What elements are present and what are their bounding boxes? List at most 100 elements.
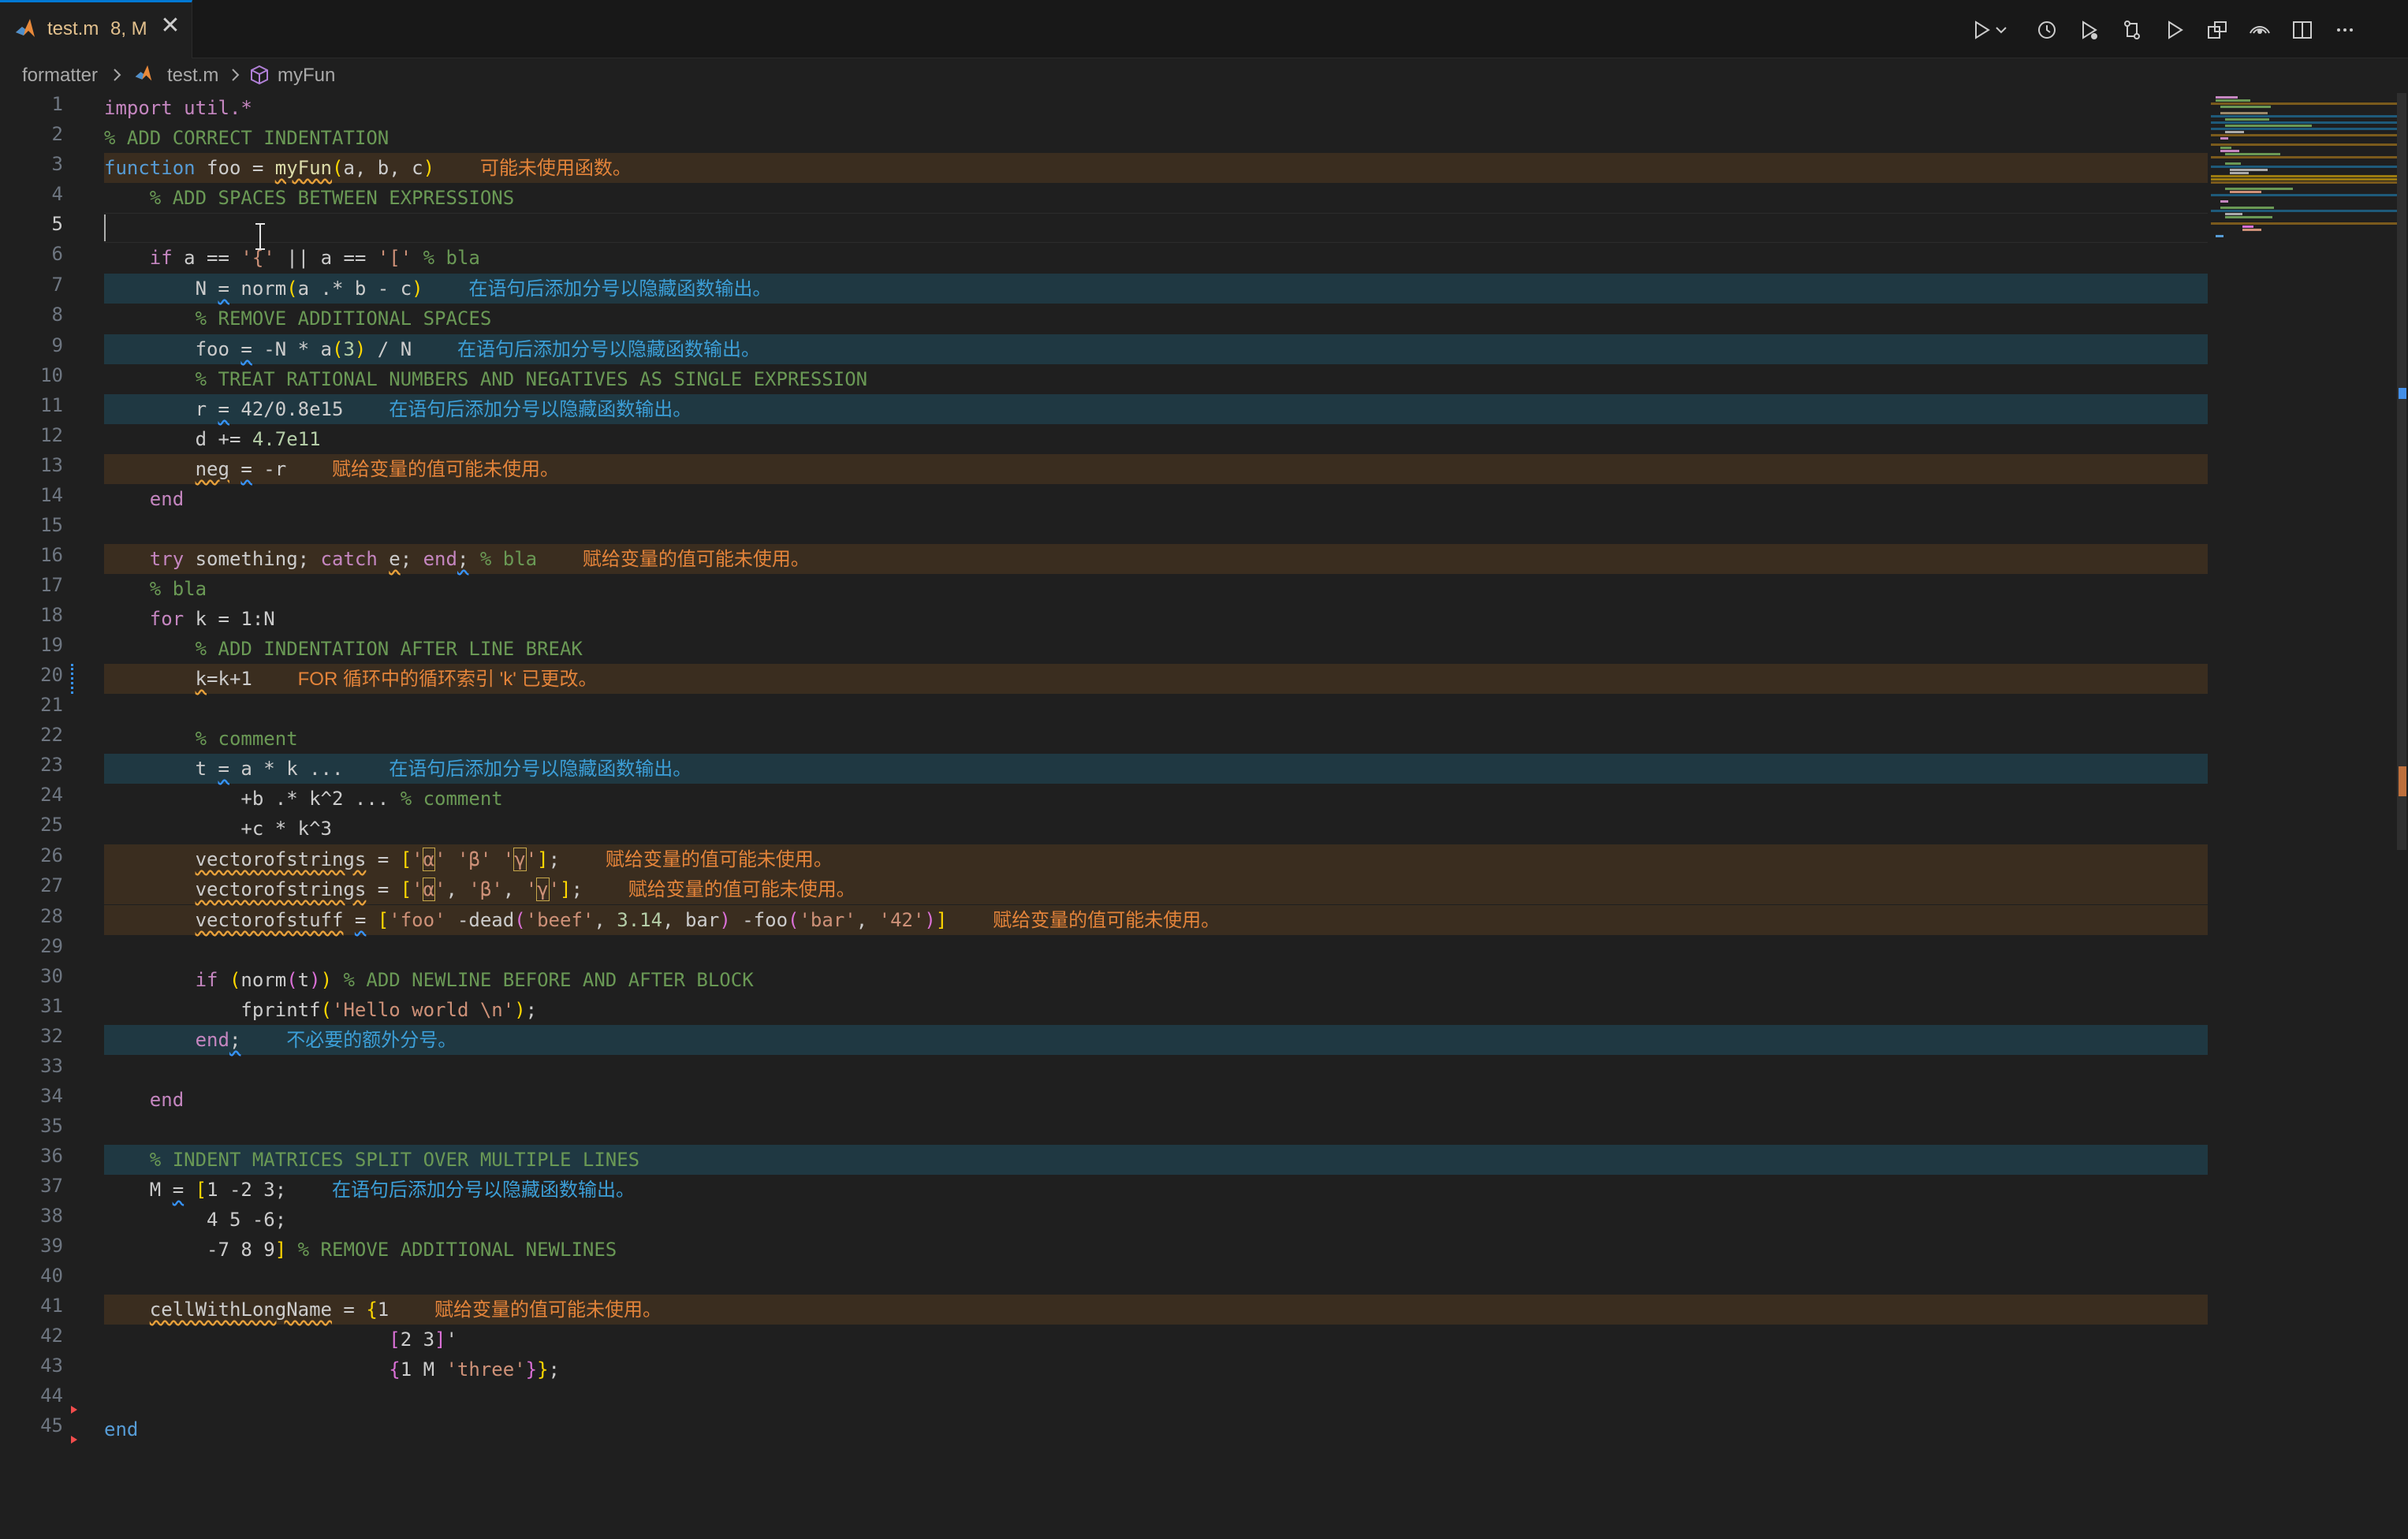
code-token: ) xyxy=(924,909,936,931)
code-token: =k+1 xyxy=(207,668,252,690)
code-line[interactable]: fprintf('Hello world \n'); xyxy=(104,995,2208,1025)
code-line[interactable]: end xyxy=(104,1414,2208,1444)
code-line[interactable]: t = a * k ... 在语句后添加分号以隐藏函数输出。 xyxy=(104,754,2208,784)
code-line[interactable]: r = 42/0.8e15 在语句后添加分号以隐藏函数输出。 xyxy=(104,394,2208,424)
inline-warning-message: 赋给变量的值可能未使用。 xyxy=(605,849,833,870)
split-editor-icon[interactable] xyxy=(2287,11,2318,47)
code-line[interactable]: k=k+1 FOR 循环中的循环索引 'k' 已更改。 xyxy=(104,664,2208,694)
code-line[interactable]: neg = -r 赋给变量的值可能未使用。 xyxy=(104,454,2208,484)
code-token: ) xyxy=(354,338,367,360)
compare-changes-icon[interactable] xyxy=(2116,11,2148,47)
code-token: end xyxy=(149,1089,185,1111)
code-token: import util.* xyxy=(104,97,252,119)
code-line[interactable]: % ADD SPACES BETWEEN EXPRESSIONS xyxy=(104,183,2208,213)
inline-warning-message: FOR 循环中的循环索引 'k' 已更改。 xyxy=(297,669,598,690)
code-token: , xyxy=(445,878,469,900)
code-line[interactable]: if a == '{' || a == '[' % bla xyxy=(104,243,2208,273)
line-number: 4 xyxy=(51,183,63,205)
code-line[interactable]: -7 8 9] % REMOVE ADDITIONAL NEWLINES xyxy=(104,1235,2208,1265)
code-line[interactable]: % comment xyxy=(104,724,2208,754)
breadcrumb-symbol[interactable]: myFun xyxy=(278,65,335,87)
code-line[interactable]: cellWithLongName = {1 赋给变量的值可能未使用。 xyxy=(104,1295,2208,1325)
code-line[interactable]: 4 5 -6; xyxy=(104,1205,2208,1235)
minimap[interactable] xyxy=(2211,93,2397,330)
code-line-active[interactable] xyxy=(104,213,2208,243)
code-line[interactable]: import util.* xyxy=(104,93,2208,123)
code-line[interactable]: % bla xyxy=(104,574,2208,604)
minimap-line xyxy=(2211,115,2397,117)
code-token: fprintf xyxy=(104,999,321,1021)
run-file-icon[interactable] xyxy=(2159,11,2190,47)
code-line[interactable]: end; 不必要的额外分号。 xyxy=(104,1025,2208,1055)
code-line[interactable]: for k = 1:N xyxy=(104,604,2208,634)
code-line[interactable]: M = [1 -2 3; 在语句后添加分号以隐藏函数输出。 xyxy=(104,1175,2208,1205)
code-line[interactable]: % ADD CORRECT INDENTATION xyxy=(104,123,2208,153)
code-token: 1 xyxy=(377,1299,390,1321)
code-line[interactable]: % INDENT MATRICES SPLIT OVER MULTIPLE LI… xyxy=(104,1145,2208,1175)
code-line[interactable]: +b .* k^2 ... % comment xyxy=(104,784,2208,814)
line-number: 1 xyxy=(51,93,63,115)
code-line[interactable]: try something; catch e; end; % bla 赋给变量的… xyxy=(104,544,2208,574)
code-line[interactable]: foo = -N * a(3) / N 在语句后添加分号以隐藏函数输出。 xyxy=(104,334,2208,364)
code-line[interactable]: d += 4.7e11 xyxy=(104,424,2208,454)
minimap-line xyxy=(2216,99,2250,102)
line-number: 19 xyxy=(40,634,63,656)
line-number: 21 xyxy=(40,694,63,716)
run-dropdown-icon[interactable] xyxy=(1990,11,2009,47)
code-line[interactable]: % REMOVE ADDITIONAL SPACES xyxy=(104,304,2208,334)
code-line[interactable]: end xyxy=(104,484,2208,514)
code-line[interactable]: vectorofstrings = ['α', 'β', 'γ']; 赋给变量的… xyxy=(104,874,2208,904)
code-token: something; xyxy=(184,548,321,570)
code-token: norm xyxy=(240,969,287,991)
debug-run-icon[interactable] xyxy=(2074,11,2105,47)
minimap-line xyxy=(2211,134,2397,136)
code-line[interactable]: % ADD INDENTATION AFTER LINE BREAK xyxy=(104,634,2208,664)
minimap-line xyxy=(2225,153,2280,155)
modified-line-marker[interactable] xyxy=(71,664,78,694)
deleted-line-marker[interactable] xyxy=(71,1433,77,1444)
minimap-line xyxy=(2230,172,2249,174)
minimap-line xyxy=(2225,131,2244,133)
code-token: d += xyxy=(104,428,252,450)
code-token: [ xyxy=(400,848,412,870)
broadcast-icon[interactable] xyxy=(2244,11,2276,47)
code-token: ( xyxy=(514,909,526,931)
code-string: ' xyxy=(502,848,515,870)
code-line[interactable]: % TREAT RATIONAL NUMBERS AND NEGATIVES A… xyxy=(104,364,2208,394)
code-line[interactable]: end xyxy=(104,1085,2208,1115)
open-changes-icon[interactable] xyxy=(2201,11,2233,47)
code-line[interactable]: N = norm(a .* b - c) 在语句后添加分号以隐藏函数输出。 xyxy=(104,274,2208,304)
minimap-line xyxy=(2220,207,2274,209)
code-token: ; xyxy=(229,1029,241,1051)
code-token: [ xyxy=(195,1179,207,1201)
line-number: 25 xyxy=(40,814,63,836)
breadcrumb-file[interactable]: test.m xyxy=(167,65,218,87)
code-line[interactable]: vectorofstuff = ['foo' -dead('beef', 3.1… xyxy=(104,905,2208,935)
code-line[interactable]: +c * k^3 xyxy=(104,814,2208,844)
code-comment: % TREAT RATIONAL NUMBERS AND NEGATIVES A… xyxy=(104,368,868,390)
close-icon[interactable]: ✕ xyxy=(158,13,183,39)
minimap-line xyxy=(2216,235,2223,237)
history-icon[interactable] xyxy=(2031,11,2063,47)
breadcrumb-folder[interactable]: formatter xyxy=(22,65,98,87)
code-editor[interactable]: 1 2 3 4 5 6 7 8 9 10 11 12 13 14 15 16 1… xyxy=(0,93,2408,1539)
code-line[interactable]: if (norm(t)) % ADD NEWLINE BEFORE AND AF… xyxy=(104,965,2208,995)
code-line[interactable]: {1 M 'three'}}; xyxy=(104,1355,2208,1384)
editor-tab-test-m[interactable]: test.m 8, M ✕ xyxy=(0,0,192,58)
vertical-scrollbar[interactable] xyxy=(2397,93,2406,850)
minimap-line xyxy=(2225,213,2242,215)
deleted-line-marker[interactable] xyxy=(71,1403,77,1414)
code-line[interactable]: [2 3]' xyxy=(104,1325,2208,1355)
more-actions-icon[interactable] xyxy=(2329,11,2361,47)
minimap-line xyxy=(2211,181,2397,184)
code-token: ( xyxy=(320,999,332,1021)
code-line[interactable]: function foo = myFun(a, b, c) 可能未使用函数。 xyxy=(104,153,2208,183)
code-line[interactable]: vectorofstrings = ['α' 'β' 'γ']; 赋给变量的值可… xyxy=(104,844,2208,874)
code-token: vectorofstrings xyxy=(195,848,367,870)
inline-warning-message: 赋给变量的值可能未使用。 xyxy=(993,910,1221,931)
